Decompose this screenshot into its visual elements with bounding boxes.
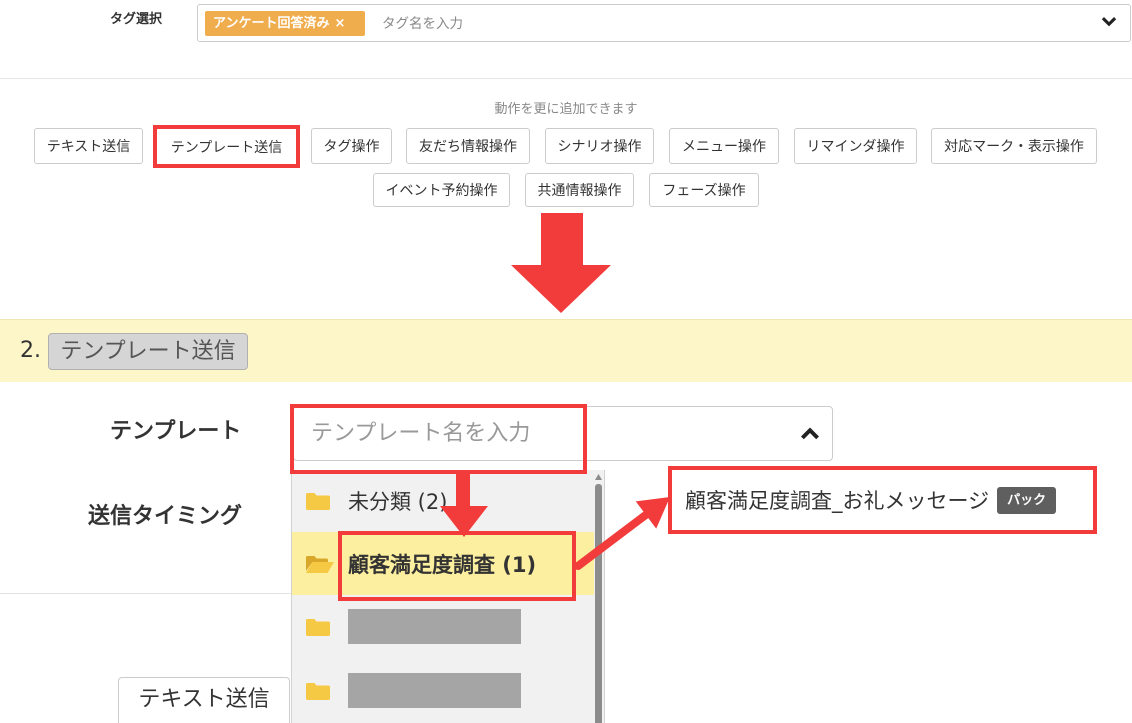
- action-shared-info-button[interactable]: 共通情報操作: [525, 173, 634, 207]
- add-action-hint: 動作を更に追加できます: [494, 102, 638, 117]
- tag-select-field[interactable]: アンケート回答済み ×: [197, 4, 1131, 42]
- folder-highlight-box: [338, 531, 576, 601]
- selected-tag-chip: アンケート回答済み ×: [205, 11, 365, 36]
- folder-icon: [306, 492, 334, 510]
- action-phase-button[interactable]: フェーズ操作: [649, 173, 759, 207]
- action-menu-button[interactable]: メニュー操作: [669, 128, 779, 164]
- action-tag-button[interactable]: タグ操作: [311, 128, 392, 164]
- folder-item[interactable]: [292, 595, 594, 658]
- diagonal-arrow-annotation: [574, 497, 670, 570]
- redacted-folder-name: [348, 609, 521, 644]
- template-item[interactable]: 顧客満足度調査_お礼メッセージ パック: [668, 466, 1097, 534]
- template-item-name: 顧客満足度調査_お礼メッセージ: [685, 489, 990, 513]
- arrow-shaft: [456, 474, 470, 508]
- section-divider: [0, 78, 1132, 79]
- template-label: テンプレート: [110, 419, 242, 444]
- template-type-badge: パック: [997, 486, 1057, 514]
- action-event-booking-button[interactable]: イベント予約操作: [373, 173, 510, 207]
- action-reminder-button[interactable]: リマインダ操作: [794, 128, 917, 164]
- arrow-head: [635, 497, 670, 529]
- arrow-shaft: [541, 213, 583, 266]
- step-number: 2.: [20, 338, 41, 363]
- step-action-chip: テンプレート送信: [48, 333, 248, 370]
- scroll-up-icon[interactable]: [595, 474, 602, 480]
- input-highlight-box: [290, 404, 587, 474]
- section-divider: [0, 593, 291, 594]
- step-header: 2. テンプレート送信: [0, 319, 1132, 382]
- arrow-head: [440, 506, 488, 537]
- folder-open-icon: [306, 555, 334, 573]
- action-marker-display-button[interactable]: 対応マーク・表示操作: [931, 128, 1097, 164]
- action-template-send-button[interactable]: テンプレート送信: [153, 125, 300, 168]
- tag-select-label: タグ選択: [110, 12, 163, 27]
- arrow-head: [511, 265, 611, 313]
- action-text-send-button[interactable]: テキスト送信: [34, 128, 143, 164]
- chevron-down-icon[interactable]: [1101, 16, 1117, 28]
- action-scenario-button[interactable]: シナリオ操作: [545, 128, 654, 164]
- redacted-folder-name: [348, 673, 521, 708]
- folder-icon: [306, 618, 334, 636]
- tab-text-send[interactable]: テキスト送信: [118, 677, 290, 723]
- chevron-up-icon[interactable]: [800, 426, 820, 440]
- folder-icon: [306, 682, 334, 700]
- tag-remove-icon[interactable]: ×: [334, 16, 345, 31]
- action-friend-info-button[interactable]: 友だち情報操作: [406, 128, 530, 164]
- tag-search-input[interactable]: [382, 11, 1082, 36]
- folder-name: 未分類 (2): [348, 490, 448, 514]
- folder-item[interactable]: [292, 658, 594, 723]
- send-timing-label: 送信タイミング: [88, 504, 243, 529]
- tag-chip-label: アンケート回答済み: [213, 16, 330, 31]
- small-down-arrow-annotation: [440, 474, 488, 537]
- arrow-shaft: [574, 510, 651, 570]
- down-arrow-annotation: [511, 213, 611, 313]
